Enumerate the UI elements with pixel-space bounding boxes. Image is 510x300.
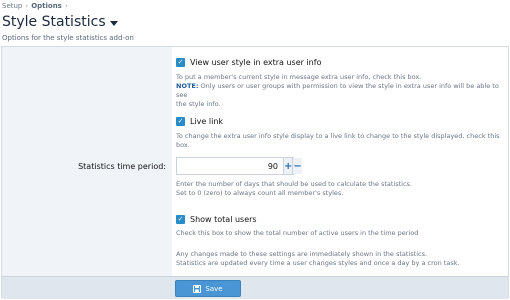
option-label: Live link bbox=[190, 117, 224, 126]
checkbox-view-user-style[interactable]: ✓ bbox=[176, 58, 185, 67]
option-view-user-style[interactable]: ✓ View user style in extra user info bbox=[176, 58, 321, 67]
options-form: ✓ View user style in extra user info To … bbox=[1, 46, 509, 299]
option-description: Check this box to show the total number … bbox=[176, 229, 419, 237]
save-button[interactable]: Save bbox=[175, 280, 241, 297]
info-line: Statistics are updated every time a user… bbox=[176, 259, 460, 267]
option-description: To change the extra user info style disp… bbox=[176, 132, 500, 149]
increment-button[interactable]: + bbox=[283, 158, 293, 174]
desc-line: Set to 0 (zero) to always count all memb… bbox=[176, 189, 344, 197]
statistics-period-stepper: + − bbox=[176, 157, 302, 175]
checkbox-live-link[interactable]: ✓ bbox=[176, 117, 185, 126]
breadcrumb-separator-icon: › bbox=[25, 2, 29, 10]
note-label: NOTE: bbox=[176, 82, 199, 90]
desc-note: NOTE: Only users or user groups with per… bbox=[176, 82, 508, 100]
info-text: Any changes made to these settings are i… bbox=[176, 250, 460, 268]
statistics-period-label: Statistics time period: bbox=[78, 162, 166, 171]
desc-line: To put a member's current style in messa… bbox=[176, 73, 422, 81]
note-text: Only users or user groups with permissio… bbox=[176, 82, 499, 99]
info-line: Any changes made to these settings are i… bbox=[176, 250, 428, 258]
title-row[interactable]: Style Statistics bbox=[2, 11, 118, 33]
option-label: View user style in extra user info bbox=[190, 58, 322, 67]
chevron-down-icon[interactable] bbox=[109, 20, 118, 26]
checkbox-show-total-users[interactable]: ✓ bbox=[176, 215, 185, 224]
option-live-link[interactable]: ✓ Live link bbox=[176, 117, 223, 126]
save-button-label: Save bbox=[205, 284, 223, 293]
desc-line: Enter the number of days that should be … bbox=[176, 180, 412, 188]
page-title: Style Statistics bbox=[2, 14, 106, 30]
option-show-total-users[interactable]: ✓ Show total users bbox=[176, 215, 257, 224]
floppy-disk-icon bbox=[193, 284, 202, 293]
form-footer: Save bbox=[2, 276, 508, 299]
option-description: To put a member's current style in messa… bbox=[176, 73, 508, 109]
form-fields: ✓ View user style in extra user info To … bbox=[172, 47, 508, 276]
breadcrumb-separator-icon: › bbox=[64, 2, 68, 10]
breadcrumb-item-options[interactable]: Options bbox=[31, 2, 62, 10]
option-label: Show total users bbox=[190, 215, 257, 224]
page-subtitle: Options for the style statistics add-on bbox=[2, 34, 134, 42]
period-description: Enter the number of days that should be … bbox=[176, 180, 412, 198]
desc-line: the style info. bbox=[176, 100, 221, 108]
breadcrumb-item-setup[interactable]: Setup bbox=[2, 2, 22, 10]
statistics-period-input[interactable] bbox=[177, 158, 283, 174]
decrement-button[interactable]: − bbox=[292, 158, 302, 174]
